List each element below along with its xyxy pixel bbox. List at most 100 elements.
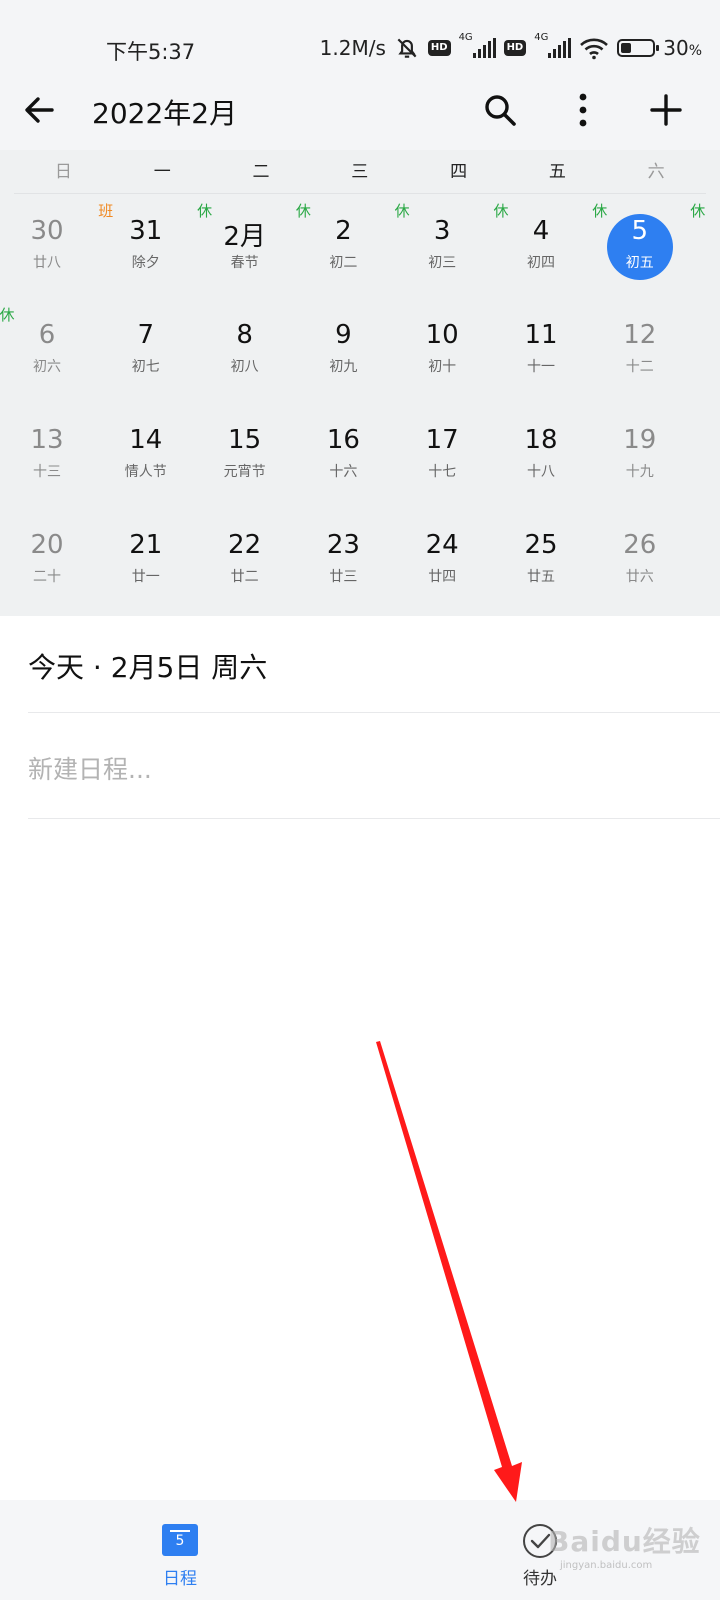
weekday-label: 一 — [153, 162, 171, 182]
weekday-label: 四 — [450, 162, 468, 182]
calendar-day[interactable]: 7 初七 — [106, 298, 186, 398]
lunar-date: 元宵节 — [223, 464, 266, 480]
holiday-badge: 休 — [690, 202, 706, 220]
calendar-day[interactable]: 22 廿二 — [205, 508, 285, 608]
calendar-day[interactable]: 3 初三 — [402, 194, 482, 294]
lunar-date: 初十 — [428, 359, 457, 375]
day-number: 21 — [129, 530, 163, 560]
calendar-day[interactable]: 11 十一 — [501, 298, 581, 398]
lunar-date: 初三 — [428, 255, 457, 271]
nav-tab-label: 日程 — [163, 1569, 197, 1589]
calendar-day[interactable]: 19 十九 — [600, 403, 680, 503]
calendar-day[interactable]: 15 元宵节 — [205, 403, 285, 503]
day-number: 24 — [425, 530, 459, 560]
lunar-date: 二十 — [33, 569, 61, 585]
calendar-day[interactable]: 20 二十 — [7, 508, 87, 608]
day-number: 8 — [236, 320, 253, 350]
signal-icon: 4G — [534, 32, 572, 58]
holiday-badge: 休 — [592, 202, 608, 220]
holiday-badge: 休 — [493, 202, 509, 220]
lunar-date: 初二 — [329, 255, 358, 271]
calendar-day[interactable]: 24 廿四 — [402, 508, 482, 608]
plus-icon — [650, 94, 682, 126]
more-button[interactable] — [561, 88, 605, 132]
agenda-date-header: 今天 · 2月5日 周六 — [28, 651, 268, 684]
signal-icon: 4G — [459, 32, 496, 58]
workday-badge: 班 — [98, 202, 114, 220]
day-number: 17 — [425, 425, 459, 455]
calendar-day[interactable]: 30 廿八 — [7, 194, 87, 294]
weekday-label: 六 — [647, 162, 665, 182]
calendar-day[interactable]: 12 十二 — [600, 298, 680, 398]
search-button[interactable] — [478, 88, 522, 132]
calendar-day[interactable]: 14 情人节 — [106, 403, 186, 503]
holiday-badge: 休 — [295, 202, 311, 220]
day-number: 30 — [30, 216, 64, 246]
calendar-day[interactable]: 4 初四 — [501, 194, 581, 294]
lunar-date: 春节 — [230, 255, 259, 271]
back-button[interactable] — [20, 90, 60, 130]
add-button[interactable] — [644, 88, 688, 132]
month-calendar: 日 一 二 三 四 五 六 30 廿八 31 除夕班 2月 春节休 2 初二休 3 初三休 4 初四休… — [0, 150, 720, 616]
lunar-date: 廿六 — [625, 569, 654, 585]
calendar-day[interactable]: 31 除夕 — [106, 194, 186, 294]
weekday-label: 日 — [54, 162, 72, 182]
bell-muted-icon — [397, 38, 417, 58]
status-time: 下午5:37 — [106, 40, 196, 64]
weekday-label: 五 — [548, 162, 566, 182]
calendar-day-today[interactable]: 5 初五 — [600, 194, 680, 294]
calendar-day[interactable]: 8 初八 — [205, 298, 285, 398]
lunar-date: 十七 — [428, 464, 457, 480]
day-number: 14 — [129, 425, 163, 455]
day-number: 10 — [425, 320, 459, 350]
day-number: 22 — [228, 530, 262, 560]
day-number: 5 — [631, 216, 649, 246]
search-icon — [485, 95, 516, 126]
battery-icon — [617, 39, 660, 57]
calendar-day[interactable]: 9 初九 — [303, 298, 383, 398]
calendar-week-row: 6 初六 休 7 初七 8 初八 9 初九 10 初十 11 十一 12 十二 — [0, 298, 720, 402]
day-number: 18 — [524, 425, 558, 455]
day-number: 16 — [326, 425, 360, 455]
calendar-day[interactable]: 2月 春节 — [205, 194, 285, 294]
month-title[interactable]: 2022年2月 — [92, 92, 237, 132]
calendar-icon: 5 — [162, 1524, 198, 1556]
lunar-date: 十三 — [33, 464, 61, 480]
calendar-day[interactable]: 13 十三 — [7, 403, 87, 503]
lunar-date: 十九 — [625, 464, 654, 480]
back-arrow-icon — [25, 97, 54, 123]
day-number: 20 — [30, 530, 64, 560]
battery-percent: 30% — [663, 36, 702, 60]
nav-tab-schedule[interactable]: 5 日程 — [120, 1500, 240, 1600]
calendar-day[interactable]: 10 初十 — [402, 298, 482, 398]
lunar-date: 十八 — [527, 464, 555, 480]
calendar-day[interactable]: 25 廿五 — [501, 508, 581, 608]
calendar-day[interactable]: 6 初六 — [7, 298, 87, 398]
lunar-date: 十二 — [625, 359, 654, 375]
calendar-day[interactable]: 2 初二 — [303, 194, 383, 294]
divider — [28, 818, 720, 819]
lunar-date: 情人节 — [124, 464, 167, 480]
watermark-logo: Baidu经验 — [548, 1525, 701, 1558]
net-speed: 1.2M/s — [319, 36, 386, 60]
lunar-date: 廿一 — [131, 569, 160, 585]
lunar-date: 廿三 — [329, 569, 358, 585]
lunar-date: 除夕 — [131, 255, 160, 271]
calendar-day[interactable]: 26 廿六 — [600, 508, 680, 608]
new-event-input[interactable]: 新建日程... — [28, 750, 152, 786]
calendar-day[interactable]: 17 十七 — [402, 403, 482, 503]
calendar-day[interactable]: 21 廿一 — [106, 508, 186, 608]
lunar-date: 十六 — [329, 464, 358, 480]
day-number: 2 — [335, 216, 352, 246]
holiday-badge: 休 — [0, 306, 15, 324]
calendar-day[interactable]: 16 十六 — [303, 403, 383, 503]
hd-badge: HD — [427, 40, 451, 56]
divider — [28, 712, 720, 713]
day-number: 11 — [524, 320, 558, 350]
lunar-date: 初四 — [527, 255, 555, 271]
day-number: 9 — [335, 320, 352, 350]
lunar-date: 初九 — [329, 359, 358, 375]
calendar-day[interactable]: 23 廿三 — [303, 508, 383, 608]
day-number: 3 — [433, 216, 451, 246]
calendar-day[interactable]: 18 十八 — [501, 403, 581, 503]
